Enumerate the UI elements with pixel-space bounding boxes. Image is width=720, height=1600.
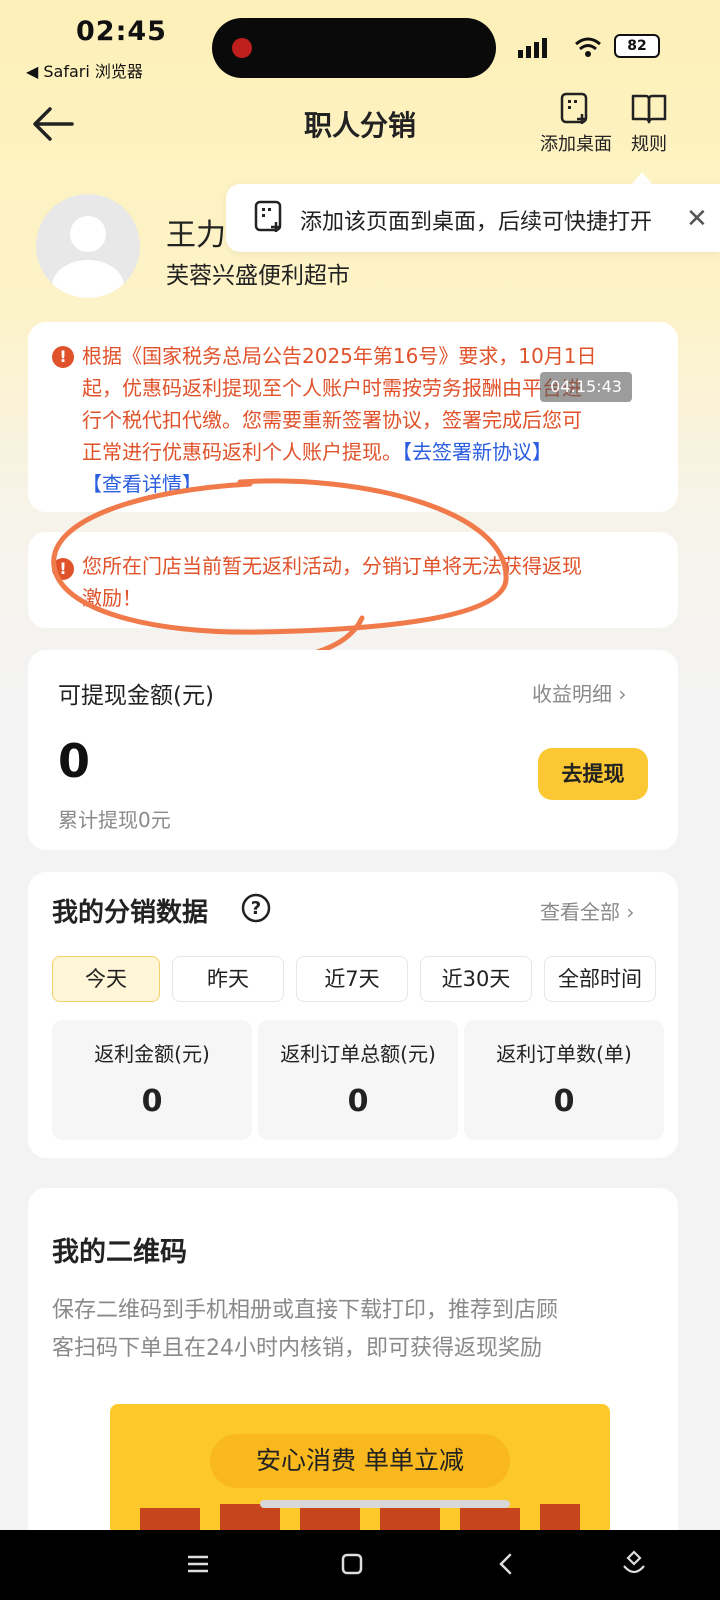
tab-7-days[interactable]: 近7天 — [296, 956, 408, 1002]
add-to-desktop-button[interactable]: 添加桌面 — [540, 92, 612, 156]
stat-rebate-order-count: 返利订单数(单) 0 — [464, 1020, 664, 1140]
view-all-link[interactable]: 查看全部 › — [540, 896, 634, 925]
page-title: 职人分销 — [303, 109, 416, 142]
qrcode-poster[interactable]: 安心消费 单单立减 — [110, 1404, 610, 1534]
withdraw-button[interactable]: 去提现 — [538, 748, 648, 800]
signal-icon — [518, 38, 547, 58]
income-detail-link[interactable]: 收益明细 › — [532, 678, 626, 707]
add-desktop-tip-icon — [254, 200, 282, 232]
dynamic-island — [212, 18, 496, 78]
help-question-icon[interactable]: ? — [240, 892, 272, 924]
store-name: 芙蓉兴盛便利超市 — [166, 263, 350, 289]
poster-slogan: 安心消费 单单立减 — [210, 1434, 510, 1488]
close-icon[interactable]: ✕ — [686, 204, 708, 234]
menu-icon[interactable] — [186, 1552, 210, 1576]
status-time: 02:45 — [76, 16, 167, 47]
assistant-icon[interactable] — [620, 1550, 648, 1578]
qrcode-title: 我的二维码 — [52, 1237, 187, 1268]
battery-icon: 82 — [614, 34, 660, 58]
book-icon — [631, 94, 667, 124]
total-withdrawn: 累计提现0元 — [58, 808, 171, 832]
stat-rebate-amount: 返利金额(元) 0 — [52, 1020, 252, 1140]
user-name: 王力 — [166, 218, 226, 253]
avatar — [36, 194, 140, 298]
annotation-circle — [51, 478, 509, 663]
sign-new-agreement-link[interactable]: 【去签署新协议】 — [402, 440, 552, 464]
rules-label: 规则 — [631, 134, 667, 155]
wifi-icon — [575, 37, 601, 57]
chevron-right-icon: › — [626, 900, 635, 924]
svg-text:?: ? — [251, 898, 261, 919]
tooltip-text: 添加该页面到桌面，后续可快捷打开 — [300, 210, 653, 235]
chevron-right-icon: › — [618, 682, 627, 706]
recording-indicator-icon — [232, 38, 252, 58]
poster-headline-cut — [140, 1500, 580, 1534]
tab-yesterday[interactable]: 昨天 — [172, 956, 284, 1002]
qrcode-description: 保存二维码到手机相册或直接下载打印，推荐到店顾 客扫码下单且在24小时内核销，即… — [52, 1298, 559, 1361]
add-desktop-label: 添加桌面 — [540, 134, 612, 155]
tab-30-days[interactable]: 近30天 — [420, 956, 532, 1002]
overlay-timestamp: 04:15:43 — [540, 372, 632, 402]
home-icon[interactable] — [340, 1552, 364, 1576]
add-desktop-icon — [560, 92, 588, 124]
stat-rebate-order-total: 返利订单总额(元) 0 — [258, 1020, 458, 1140]
system-nav-bar — [0, 1530, 720, 1600]
withdraw-title: 可提现金额(元) — [58, 683, 214, 709]
back-icon[interactable] — [494, 1552, 518, 1576]
warning-icon: ! — [52, 346, 74, 368]
back-to-safari-link[interactable]: ◀ Safari 浏览器 — [26, 58, 143, 82]
tab-all-time[interactable]: 全部时间 — [544, 956, 656, 1002]
user-silhouette-icon — [52, 216, 124, 298]
withdraw-amount: 0 — [58, 734, 91, 788]
tab-today[interactable]: 今天 — [52, 956, 160, 1002]
distribution-title: 我的分销数据 — [52, 898, 209, 928]
rules-button[interactable]: 规则 — [630, 92, 668, 156]
